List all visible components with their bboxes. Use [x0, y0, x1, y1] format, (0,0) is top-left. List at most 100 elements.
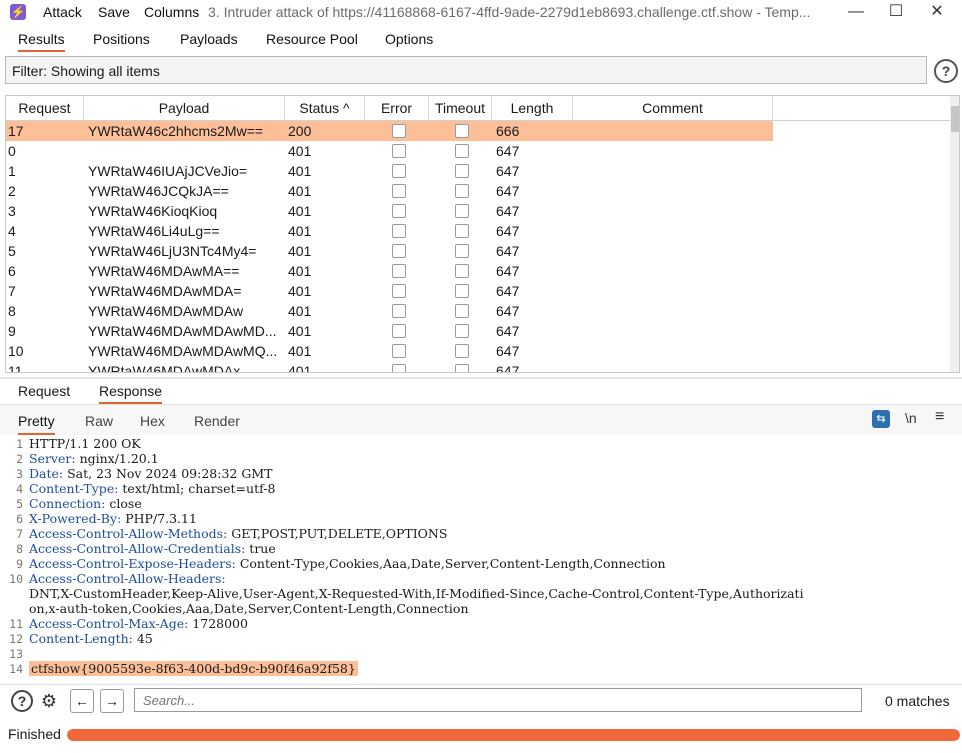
header-name: Access-Control-Expose-Headers:	[29, 556, 236, 571]
cell-status: 401	[288, 263, 312, 279]
line-number: 9	[16, 557, 23, 571]
table-row[interactable]: 7 YWRtaW46MDAwMDA= 401 647	[6, 281, 773, 301]
header-value: 1728000	[188, 616, 248, 631]
cell-payload: YWRtaW46MDAwMDA=	[88, 283, 242, 299]
cell-request: 0	[8, 143, 16, 159]
title-bar: ⚡ Attack Save Columns 3. Intruder attack…	[0, 0, 962, 26]
table-row[interactable]: 11 YWRtaW46MDAwMDAx 401 647	[6, 361, 773, 373]
table-row[interactable]: 8 YWRtaW46MDAwMDAw 401 647	[6, 301, 773, 321]
line-number: 12	[9, 632, 23, 646]
table-scrollbar[interactable]	[950, 96, 959, 372]
response-editor[interactable]: 1 HTTP/1.1 200 OK 2 Server: nginx/1.20.1 3 Da…	[5, 436, 955, 682]
tab-results[interactable]: Results	[18, 31, 65, 52]
scrollbar-thumb[interactable]	[951, 106, 959, 132]
cell-length: 647	[496, 323, 520, 339]
word-wrap-icon[interactable]: ⇆	[872, 410, 890, 428]
header-name: Date:	[29, 466, 64, 481]
header-name: Content-Type:	[29, 481, 119, 496]
cell-length: 647	[496, 283, 520, 299]
help-icon[interactable]: ?	[934, 59, 958, 83]
cell-request: 10	[8, 343, 24, 359]
flag-text: ctfshow{9005593e-8f63-400d-bd9c-b90f46a9…	[29, 661, 358, 676]
tab-pretty[interactable]: Pretty	[18, 413, 55, 435]
tab-response[interactable]: Response	[99, 383, 163, 404]
col-length[interactable]: Length	[492, 96, 573, 120]
cell-status: 401	[288, 223, 312, 239]
tab-raw[interactable]: Raw	[85, 413, 113, 429]
header-name: Server:	[29, 451, 76, 466]
cell-status: 200	[288, 123, 312, 139]
menu-save[interactable]: Save	[98, 4, 130, 20]
error-checkbox	[392, 244, 406, 258]
header-name: Access-Control-Allow-Methods:	[29, 526, 228, 541]
table-row[interactable]: 3 YWRtaW46KioqKioq 401 647	[6, 201, 773, 221]
next-match-button[interactable]: →	[100, 689, 124, 713]
gear-icon[interactable]: ⚙	[38, 690, 60, 712]
maximize-button[interactable]: ☐	[876, 2, 916, 24]
filter-bar[interactable]: Filter: Showing all items	[5, 56, 927, 84]
col-error[interactable]: Error	[365, 96, 429, 120]
timeout-checkbox	[455, 264, 469, 278]
col-comment[interactable]: Comment	[573, 96, 773, 120]
menu-columns[interactable]: Columns	[144, 4, 199, 20]
error-checkbox	[392, 204, 406, 218]
newline-icon[interactable]: \n	[905, 410, 917, 426]
cell-payload: YWRtaW46c2hhcms2Mw==	[88, 123, 264, 139]
progress-bar	[67, 729, 960, 741]
tab-render[interactable]: Render	[194, 413, 240, 429]
code-line: HTTP/1.1 200 OK	[29, 436, 141, 451]
tab-resource-pool[interactable]: Resource Pool	[266, 31, 358, 47]
header-value: text/html; charset=utf-8	[118, 481, 276, 496]
cell-payload: YWRtaW46MDAwMDAwMD...	[88, 323, 277, 339]
tab-hex[interactable]: Hex	[140, 413, 165, 429]
table-row[interactable]: 10 YWRtaW46MDAwMDAwMQ... 401 647	[6, 341, 773, 361]
cell-status: 401	[288, 243, 312, 259]
cell-payload: YWRtaW46IUAjJCVeJio=	[88, 163, 248, 179]
code-line: on,x-auth-token,Cookies,Aaa,Date,Server,…	[29, 601, 469, 616]
search-input[interactable]	[134, 688, 862, 712]
menu-attack[interactable]: Attack	[43, 4, 82, 20]
status-text: Finished	[8, 726, 61, 742]
header-name: Connection:	[29, 496, 106, 511]
tab-request[interactable]: Request	[18, 383, 70, 399]
table-row[interactable]: 0 401 647	[6, 141, 773, 161]
tab-payloads[interactable]: Payloads	[180, 31, 238, 47]
tab-options[interactable]: Options	[385, 31, 433, 47]
code-line: DNT,X-CustomHeader,Keep-Alive,User-Agent…	[29, 586, 804, 601]
col-timeout[interactable]: Timeout	[429, 96, 492, 120]
cell-request: 4	[8, 223, 16, 239]
table-row[interactable]: 2 YWRtaW46JCQkJA== 401 647	[6, 181, 773, 201]
cell-length: 647	[496, 343, 520, 359]
help-icon[interactable]: ?	[11, 690, 33, 712]
menu-icon[interactable]: ≡	[935, 408, 944, 426]
previous-match-button[interactable]: ←	[70, 689, 94, 713]
table-row[interactable]: 6 YWRtaW46MDAwMA== 401 647	[6, 261, 773, 281]
col-payload[interactable]: Payload	[84, 96, 285, 120]
cell-request: 1	[8, 163, 16, 179]
close-button[interactable]: ✕	[917, 2, 957, 24]
table-row[interactable]: 9 YWRtaW46MDAwMDAwMD... 401 647	[6, 321, 773, 341]
table-row[interactable]: 17 YWRtaW46c2hhcms2Mw== 200 666	[6, 121, 773, 141]
timeout-checkbox	[455, 204, 469, 218]
splitter[interactable]	[0, 377, 962, 379]
line-number: 13	[9, 647, 23, 661]
cell-payload: YWRtaW46KioqKioq	[88, 203, 218, 219]
cell-request: 17	[8, 123, 24, 139]
col-request[interactable]: Request	[6, 96, 84, 120]
results-table: Request Payload Status ^ Error Timeout L…	[5, 95, 960, 373]
line-number: 1	[16, 437, 23, 451]
minimize-button[interactable]: —	[836, 2, 876, 24]
line-number: 2	[16, 452, 23, 466]
progress-fill	[67, 729, 960, 741]
burp-logo-icon: ⚡	[10, 4, 26, 20]
header-value: Sat, 23 Nov 2024 09:28:32 GMT	[63, 466, 273, 481]
table-row[interactable]: 1 YWRtaW46IUAjJCVeJio= 401 647	[6, 161, 773, 181]
col-status[interactable]: Status ^	[285, 96, 365, 120]
code-line: Access-Control-Max-Age: 1728000	[29, 616, 248, 631]
table-row[interactable]: 5 YWRtaW46LjU3NTc4My4= 401 647	[6, 241, 773, 261]
cell-request: 11	[8, 363, 23, 373]
tab-positions[interactable]: Positions	[93, 31, 150, 47]
error-checkbox	[392, 124, 406, 138]
code-line: Date: Sat, 23 Nov 2024 09:28:32 GMT	[29, 466, 272, 481]
table-row[interactable]: 4 YWRtaW46Li4uLg== 401 647	[6, 221, 773, 241]
